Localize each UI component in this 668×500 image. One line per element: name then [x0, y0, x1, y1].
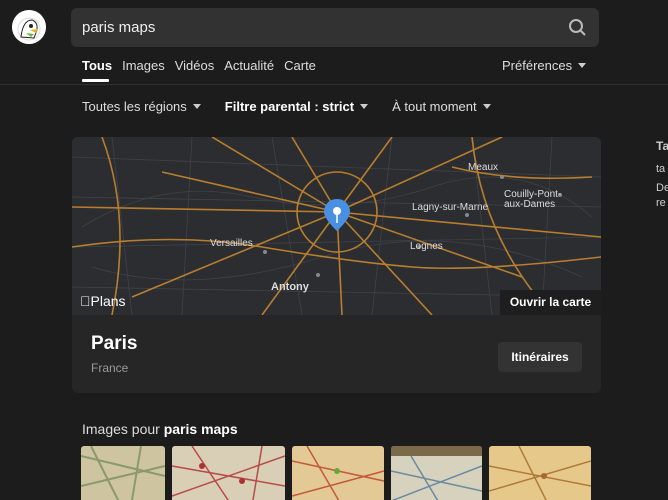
place-country: France: [91, 361, 129, 375]
apple-icon: : [80, 293, 91, 309]
side-panel-text: ta: [656, 163, 666, 175]
chevron-down-icon: [482, 104, 491, 109]
side-panel-title: Ta: [656, 139, 668, 153]
tab-map[interactable]: Carte: [284, 58, 316, 76]
region-filter-label: Toutes les régions: [82, 99, 187, 114]
chevron-down-icon: [192, 104, 201, 109]
search-input[interactable]: [71, 8, 551, 47]
images-section-heading: Images pour paris maps: [82, 421, 238, 437]
side-panel-text: re: [656, 197, 666, 209]
image-thumbnail[interactable]: [489, 446, 591, 500]
time-filter[interactable]: À tout moment: [392, 99, 491, 114]
images-heading-query: paris maps: [163, 421, 238, 437]
images-heading-prefix: Images pour: [82, 421, 164, 437]
tab-images[interactable]: Images: [122, 58, 165, 76]
image-thumbnail[interactable]: [391, 446, 482, 500]
preferences-menu[interactable]: Préférences: [502, 58, 587, 73]
image-thumbnail[interactable]: [172, 446, 285, 500]
safe-search-filter[interactable]: Filtre parental : strict: [224, 99, 369, 114]
header-divider: [0, 84, 668, 85]
search-icon[interactable]: [568, 18, 587, 37]
search-tabs: Tous Images Vidéos Actualité Carte: [82, 58, 326, 76]
tab-all[interactable]: Tous: [82, 58, 112, 76]
apple-maps-attribution: Plans: [80, 293, 126, 309]
map-label-antony: Antony: [271, 281, 310, 293]
region-filter[interactable]: Toutes les régions: [82, 99, 201, 114]
safe-search-label: Filtre parental : strict: [224, 99, 355, 114]
tab-news[interactable]: Actualité: [224, 58, 274, 76]
image-thumbnail[interactable]: [292, 446, 384, 500]
search-box[interactable]: [71, 8, 599, 47]
preferences-label: Préférences: [502, 58, 573, 73]
map-preview[interactable]: Meaux Couilly-Pont- aux-Dames Lagny-sur-…: [72, 137, 601, 315]
image-thumbnails: [81, 446, 591, 500]
map-card: Meaux Couilly-Pont- aux-Dames Lagny-sur-…: [72, 137, 601, 393]
chevron-down-icon: [578, 63, 587, 68]
map-label-couilly-2: aux-Dames: [504, 199, 555, 210]
map-label-meaux: Meaux: [468, 162, 498, 173]
time-filter-label: À tout moment: [392, 99, 477, 114]
search-filters: Toutes les régions Filtre parental : str…: [82, 99, 515, 114]
map-label-lagny: Lagny-sur-Marne: [412, 202, 489, 213]
side-panel-text: De: [656, 182, 668, 194]
map-label-lognes: Lognes: [410, 241, 443, 252]
map-label-versailles: Versailles: [210, 238, 253, 249]
duckduckgo-logo[interactable]: [12, 10, 46, 44]
active-tab-indicator: [82, 79, 109, 82]
image-thumbnail[interactable]: [81, 446, 165, 500]
directions-button[interactable]: Itinéraires: [498, 342, 582, 372]
open-map-button[interactable]: Ouvrir la carte: [500, 290, 601, 315]
place-name: Paris: [91, 333, 138, 354]
tab-videos[interactable]: Vidéos: [175, 58, 215, 76]
maps-provider-label: Plans: [80, 293, 126, 309]
chevron-down-icon: [360, 104, 369, 109]
